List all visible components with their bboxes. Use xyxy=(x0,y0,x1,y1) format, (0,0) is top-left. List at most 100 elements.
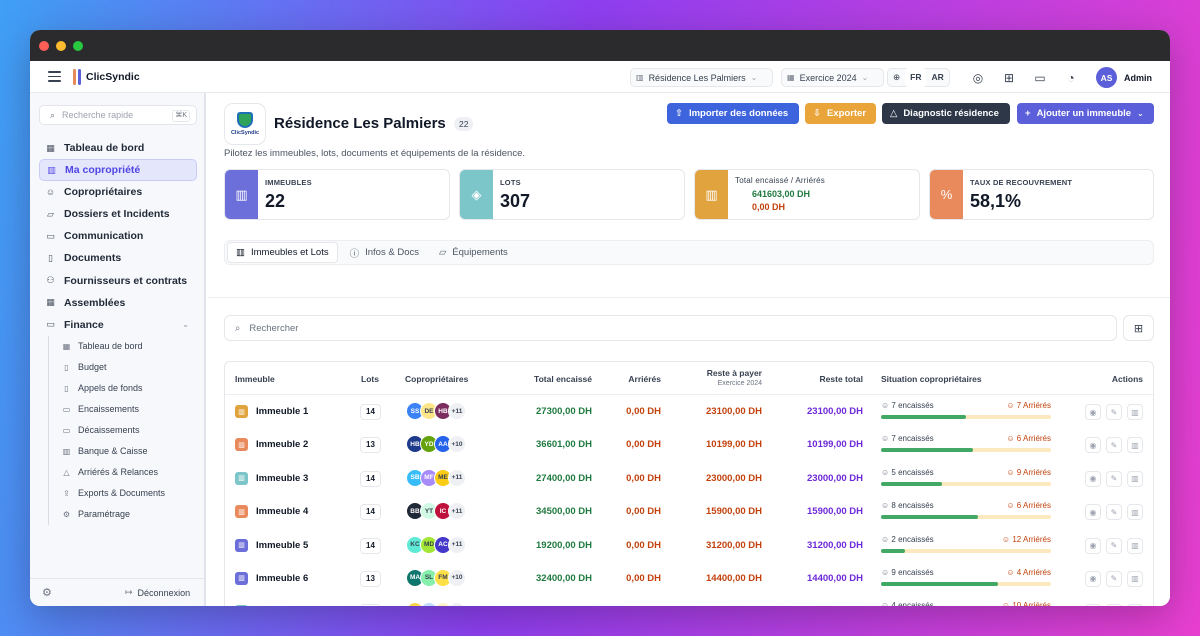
edit-icon[interactable]: ✎ xyxy=(1106,404,1122,420)
sidebar-item-assemblees[interactable]: ▦ Assemblées xyxy=(39,292,197,314)
finance-sub-decaissements[interactable]: ▭ Décaissements xyxy=(62,420,197,441)
finance-sub-banque[interactable]: ▥ Banque & Caisse xyxy=(62,441,197,462)
residence-selector[interactable]: ▥ Résidence Les Palmiers ⌄ xyxy=(630,68,773,87)
view-icon[interactable]: ◉ xyxy=(1085,404,1101,420)
table-search-input[interactable]: ⌕ Rechercher xyxy=(224,315,1117,341)
trash-icon[interactable]: ▥ xyxy=(1127,604,1143,606)
users-icon: ☺ xyxy=(45,187,56,198)
import-button[interactable]: ⇧ Importer des données xyxy=(667,103,799,124)
sidebar-item-ma-copropriete[interactable]: ▥ Ma copropriété xyxy=(39,159,197,182)
exercise-selector[interactable]: ▦ Exercice 2024 ⌄ xyxy=(781,68,884,87)
view-icon[interactable]: ◉ xyxy=(1085,537,1101,554)
menu-icon[interactable] xyxy=(48,71,61,82)
trash-icon[interactable]: ▥ xyxy=(1127,470,1143,487)
sidebar-item-communication[interactable]: ▭ Communication xyxy=(39,225,197,247)
finance-sub-encaissements[interactable]: ▭ Encaissements xyxy=(62,399,197,420)
edit-icon[interactable]: ✎ xyxy=(1106,470,1122,487)
lang-ar-button[interactable]: AR xyxy=(926,68,948,87)
tab-immeubles-lots[interactable]: ▥ Immeubles et Lots xyxy=(227,242,338,263)
finance-sub-label: Banque & Caisse xyxy=(78,446,148,457)
owner-avatars: KC MD AC +11 xyxy=(406,535,466,554)
view-icon[interactable]: ◉ xyxy=(1085,504,1101,521)
building-icon: ▥ xyxy=(235,571,248,585)
quick-search-input[interactable]: ⌕ Recherche rapide ⌘K xyxy=(39,105,197,125)
building-name[interactable]: Immeuble 1 xyxy=(256,406,308,417)
user-icon: ☺ xyxy=(1001,601,1011,606)
building-icon: ▥ xyxy=(47,164,56,175)
more-owners-badge[interactable]: +11 xyxy=(448,402,466,420)
trash-icon[interactable]: ▥ xyxy=(1127,570,1143,587)
table-row[interactable]: ▥ Immeuble 6 13 MA SL FM +10 32400,00 DH 0,00 DH… xyxy=(225,562,1153,595)
tab-equipements[interactable]: ▱ Équipements xyxy=(431,242,516,263)
finance-sub-label: Encaissements xyxy=(78,404,140,415)
finance-sub-budget[interactable]: ▯ Budget xyxy=(62,357,197,378)
edit-icon[interactable]: ✎ xyxy=(1106,604,1122,606)
finance-sub-label: Arriérés & Relances xyxy=(78,467,159,478)
more-owners-badge[interactable]: +11 xyxy=(448,502,466,521)
finance-sub-appels[interactable]: ▯ Appels de fonds xyxy=(62,378,197,399)
more-owners-badge[interactable]: +11 xyxy=(448,535,466,554)
kpi-lots: ◈ LOTS 307 xyxy=(459,169,685,220)
lang-fr-button[interactable]: FR xyxy=(905,68,927,87)
view-icon[interactable]: ◉ xyxy=(1085,604,1101,606)
sidebar-item-dossiers[interactable]: ▱ Dossiers et Incidents xyxy=(39,203,197,225)
sidebar-item-fournisseurs[interactable]: ⚇ Fournisseurs et contrats xyxy=(39,270,197,292)
reste-total: 10199,00 DH xyxy=(807,439,863,451)
more-owners-badge[interactable]: +11 xyxy=(448,602,466,606)
trash-icon[interactable]: ▥ xyxy=(1127,504,1143,521)
sidebar-item-documents[interactable]: ▯ Documents xyxy=(39,247,197,269)
more-owners-badge[interactable]: +10 xyxy=(448,568,466,587)
diagnostic-button[interactable]: △ Diagnostic résidence xyxy=(882,103,1010,124)
arrieres: 0,00 DH xyxy=(626,472,661,484)
shield-icon xyxy=(237,112,253,128)
building-name[interactable]: Immeuble 4 xyxy=(256,506,308,517)
more-owners-badge[interactable]: +11 xyxy=(448,468,466,487)
close-window-button[interactable] xyxy=(39,40,49,51)
table-row[interactable]: ▥ Immeuble 5 14 KC MD AC +11 19200,00 DH 0,00 DH… xyxy=(225,529,1153,562)
edit-icon[interactable]: ✎ xyxy=(1106,437,1122,454)
palette-icon[interactable]: ◎ xyxy=(971,71,985,85)
globe-icon[interactable]: ⊕ xyxy=(888,68,905,87)
tab-infos-docs[interactable]: ⓘ Infos & Docs xyxy=(342,242,427,263)
user-name[interactable]: Admin xyxy=(1124,73,1152,83)
sidebar-item-finance[interactable]: ▭ Finance ⌄ xyxy=(39,314,197,336)
table-row[interactable]: ▥ Immeuble 4 14 BB YT IC +11 34500,00 DH 0,00 DH… xyxy=(225,495,1153,528)
sidebar-item-coproprietaires[interactable]: ☺ Copropriétaires xyxy=(39,181,197,203)
finance-sub-arrieres[interactable]: △ Arriérés & Relances xyxy=(62,462,197,483)
table-row[interactable]: ▥ Immeuble 2 13 HB YD AA +10 36601,00 DH 0,00 DH… xyxy=(225,428,1153,461)
app-logo[interactable]: ClicSyndic xyxy=(73,69,140,85)
building-name[interactable]: Immeuble 6 xyxy=(256,573,308,584)
building-name[interactable]: Immeuble 5 xyxy=(256,540,308,551)
sidebar-item-dashboard[interactable]: ▦ Tableau de bord xyxy=(39,137,197,159)
table-row[interactable]: ▥Immeuble 714RTBHJD+1123300,00 DH0,00 DH… xyxy=(225,595,1153,606)
chat-icon[interactable]: ▭ xyxy=(1033,71,1047,85)
user-avatar[interactable]: AS xyxy=(1096,67,1117,88)
gear-icon[interactable]: ⚙ xyxy=(42,586,52,599)
view-icon[interactable]: ◉ xyxy=(1085,437,1101,454)
grid-view-button[interactable]: ⊞ xyxy=(1123,315,1154,341)
building-name[interactable]: Immeuble 2 xyxy=(256,439,308,450)
trash-icon[interactable]: ▥ xyxy=(1127,537,1143,554)
book-icon[interactable]: ⊞ xyxy=(1002,71,1016,85)
trash-icon[interactable]: ▥ xyxy=(1127,437,1143,454)
add-building-button[interactable]: + Ajouter un immeuble ⌄ xyxy=(1017,103,1154,124)
edit-icon[interactable]: ✎ xyxy=(1106,504,1122,521)
table-row[interactable]: ▥ Immeuble 3 14 SB MF ME +11 27400,00 DH 0,00 DH… xyxy=(225,462,1153,495)
more-owners-badge[interactable]: +10 xyxy=(448,435,466,454)
trash-icon[interactable]: ▥ xyxy=(1127,404,1143,420)
maximize-window-button[interactable] xyxy=(73,40,83,51)
logout-button[interactable]: ↦ Déconnexion xyxy=(125,587,190,598)
export-button[interactable]: ⇩ Exporter xyxy=(805,103,876,124)
table-search-placeholder: Rechercher xyxy=(249,322,299,334)
view-icon[interactable]: ◉ xyxy=(1085,570,1101,587)
view-icon[interactable]: ◉ xyxy=(1085,470,1101,487)
edit-icon[interactable]: ✎ xyxy=(1106,570,1122,587)
bell-icon[interactable]: ◔ xyxy=(1064,71,1078,85)
finance-sub-dashboard[interactable]: ▦ Tableau de bord xyxy=(62,336,197,357)
table-row[interactable]: ▥ Immeuble 1 14 SS DE HB +11 27300,00 DH 0,00 DH… xyxy=(225,395,1153,428)
building-name[interactable]: Immeuble 3 xyxy=(256,473,308,484)
edit-icon[interactable]: ✎ xyxy=(1106,537,1122,554)
finance-sub-parametrage[interactable]: ⚙ Paramétrage xyxy=(62,504,197,525)
minimize-window-button[interactable] xyxy=(56,40,66,51)
finance-sub-exports[interactable]: ⇪ Exports & Documents xyxy=(62,483,197,504)
